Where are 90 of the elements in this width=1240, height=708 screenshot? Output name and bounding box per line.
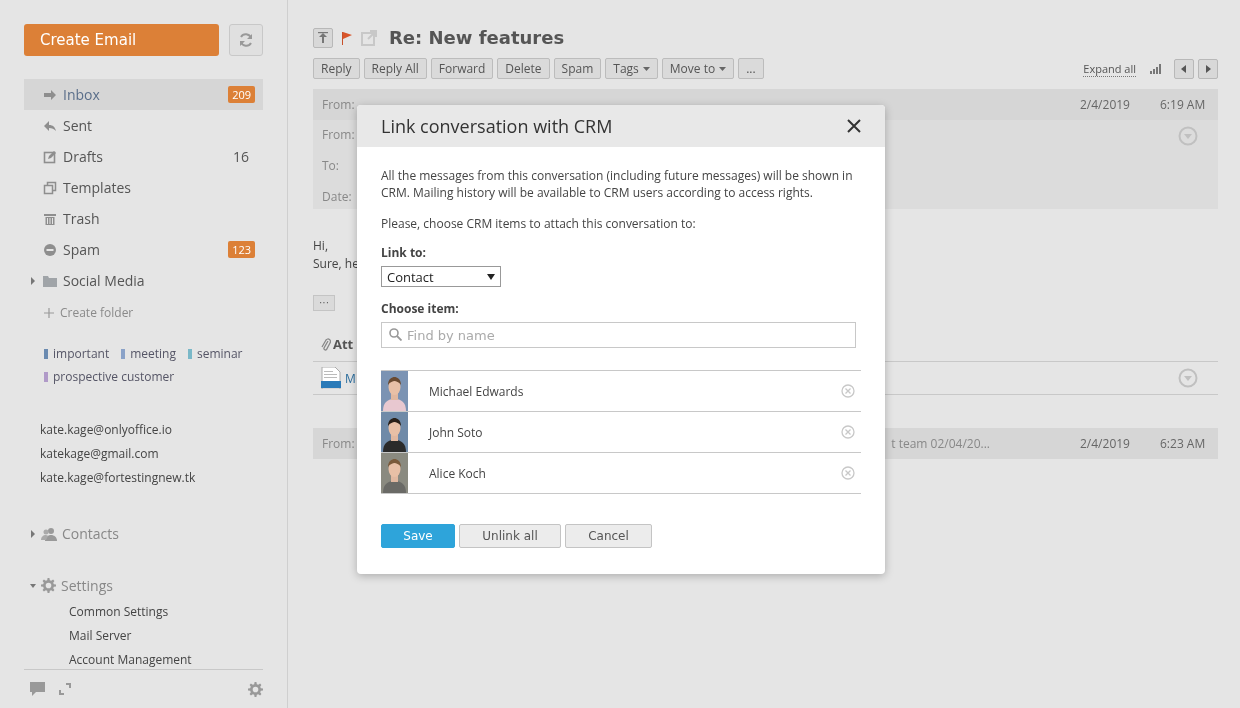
collapsed-arrow-icon[interactable]	[30, 529, 36, 538]
tag-label[interactable]: meeting	[130, 345, 176, 362]
expand-circle-icon[interactable]	[1178, 126, 1198, 146]
account-link[interactable]: kate.kage@onlyoffice.io	[40, 421, 263, 439]
toolbar-button[interactable]: Forward	[430, 58, 494, 79]
from-label: From:	[322, 96, 355, 113]
chat-icon[interactable]	[30, 682, 45, 696]
unread-count: 16	[233, 147, 250, 166]
message-date: 2/4/2019	[1080, 435, 1131, 452]
header-label: From:	[322, 126, 355, 143]
dialog-description: All the messages from this conversation (including future messages) will be shown in CRM. Mailing history will be available to CRM users according to access rights.	[381, 167, 854, 201]
copy-icon	[43, 180, 57, 195]
next-button[interactable]	[1198, 58, 1218, 79]
folder-item[interactable]: Sent	[24, 110, 263, 141]
trash-icon	[43, 211, 57, 226]
toolbar-button[interactable]: ...	[738, 58, 764, 79]
more-button[interactable]: ···	[313, 295, 335, 311]
link-type-dropdown[interactable]: Contact	[381, 266, 501, 287]
account-link[interactable]: katekage@gmail.com	[40, 445, 263, 463]
message-date: 2/4/2019	[1080, 96, 1131, 113]
from-label: From:	[322, 435, 355, 452]
toolbar-button[interactable]: Tags	[605, 58, 658, 79]
paperclip-icon	[321, 337, 331, 351]
message-subject: Re: New features	[389, 27, 565, 48]
refresh-icon	[238, 32, 255, 48]
folder-item[interactable]: Trash	[24, 203, 263, 234]
dialog-prompt: Please, choose CRM items to attach this conversation to:	[381, 215, 697, 232]
remove-icon[interactable]	[841, 384, 855, 398]
search-icon	[389, 328, 402, 341]
dialog-button[interactable]: Cancel	[565, 524, 652, 548]
search-field[interactable]: Find by name	[381, 322, 856, 348]
settings-item[interactable]: Account Management	[69, 650, 263, 669]
expand-circle-icon[interactable]	[1178, 368, 1198, 388]
field-label: Link to:	[381, 244, 427, 261]
toolbar-button[interactable]: Reply	[313, 58, 360, 79]
folder-item[interactable]: Drafts 16	[24, 141, 263, 172]
contact-name: Alice Koch	[428, 464, 487, 482]
field-label: Choose item:	[381, 300, 460, 317]
attachment-name[interactable]: M	[345, 369, 356, 387]
folder-item[interactable]: Inbox 209	[24, 79, 263, 110]
dialog-button[interactable]: Unlink all	[459, 524, 561, 548]
external-link-icon[interactable]	[361, 29, 377, 46]
previous-button[interactable]	[1174, 58, 1194, 79]
message-snippet: t team 02/04/20...	[891, 435, 990, 452]
dialog-title: Link conversation with CRM	[381, 114, 613, 138]
plus-icon	[44, 307, 54, 318]
account-link[interactable]: kate.kage@fortestingnew.tk	[40, 469, 263, 487]
remove-icon[interactable]	[841, 466, 855, 480]
folder-item[interactable]: Social Media	[24, 265, 263, 296]
unread-count: 209	[228, 86, 255, 103]
docx-file-icon[interactable]	[321, 367, 341, 389]
signal-icon	[1150, 63, 1162, 74]
settings-item[interactable]: Mail Server	[69, 626, 263, 645]
remove-icon[interactable]	[841, 425, 855, 439]
fullscreen-icon[interactable]	[59, 683, 71, 695]
refresh-button[interactable]	[229, 24, 263, 56]
toolbar-button[interactable]: Move to	[661, 58, 735, 79]
header-label: To:	[322, 157, 339, 174]
right-triangle-icon	[1205, 64, 1211, 73]
tag-label[interactable]: important	[53, 345, 110, 362]
message-text: Hi,	[313, 237, 328, 255]
folder-item[interactable]: Spam 123	[24, 234, 263, 265]
minus-circle-icon	[43, 242, 57, 257]
caret-icon	[487, 273, 495, 280]
gear-icon	[41, 578, 56, 593]
tag-label[interactable]: prospective customer	[53, 368, 175, 385]
tag-label[interactable]: seminar	[196, 345, 243, 362]
settings-item[interactable]: Common Settings	[69, 602, 263, 621]
close-button[interactable]	[847, 119, 861, 133]
expand-all-link[interactable]: Expand all	[1083, 60, 1136, 77]
edit-icon	[43, 149, 57, 164]
up-arrow-button[interactable]	[313, 27, 333, 48]
contact-name: John Soto	[427, 423, 484, 441]
settings-icon[interactable]	[248, 681, 263, 697]
unread-count: 123	[228, 241, 255, 258]
folder-icon	[43, 273, 57, 288]
arrow-right-icon	[43, 87, 57, 102]
toolbar-button[interactable]: Delete	[497, 58, 550, 79]
toolbar-button[interactable]: Reply All	[363, 58, 427, 79]
toolbar-button[interactable]: Spam	[553, 58, 602, 79]
attachments-heading: Att	[333, 335, 354, 353]
contact-name: Michael Edwards	[428, 382, 525, 400]
left-triangle-icon	[1181, 64, 1187, 73]
collapsed-arrow-icon[interactable]	[30, 276, 36, 285]
people-icon	[41, 526, 57, 541]
folder-item[interactable]: Templates	[24, 172, 263, 203]
up-arrow-icon	[317, 31, 329, 44]
header-label: Date:	[322, 188, 352, 205]
flag-icon[interactable]	[341, 30, 353, 45]
expanded-arrow-icon[interactable]	[30, 581, 36, 590]
